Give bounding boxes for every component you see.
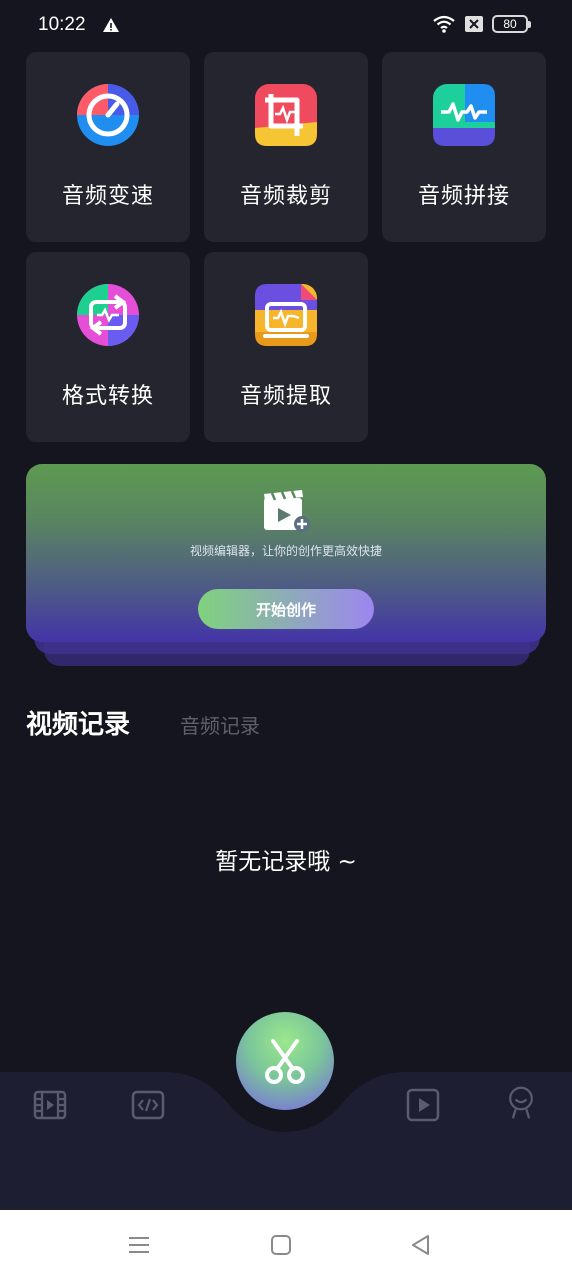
menu-icon[interactable] [126,1232,152,1258]
video-editor-banner[interactable]: 视频编辑器，让你的创作更高效快捷 开始创作 [26,464,546,642]
wifi-icon [433,15,455,33]
start-create-button[interactable]: 开始创作 [198,589,374,629]
tool-label-extract: 音频提取 [239,384,332,409]
audio-crop-icon [255,84,317,146]
battery-level: 80 [503,17,517,31]
play-icon[interactable] [405,1087,441,1123]
speed-dial-icon [77,84,139,146]
empty-state-text: 暂无记录哦 ~ [215,849,357,875]
scissors-icon [265,1039,305,1084]
tool-label-speed: 音频变速 [61,184,154,209]
tool-card-convert[interactable]: 格式转换 [26,252,190,442]
profile-icon[interactable] [503,1085,539,1121]
video-add-icon [264,490,310,532]
tool-label-join: 音频拼接 [417,184,510,209]
audio-extract-icon [255,284,317,346]
audio-join-icon [433,84,495,146]
tool-card-extract[interactable]: 音频提取 [204,252,368,442]
battery-indicator: 80 [492,15,531,33]
format-convert-icon [77,284,139,346]
code-icon[interactable] [130,1087,166,1123]
tool-label-convert: 格式转换 [61,384,154,409]
warning-icon [102,18,119,32]
tool-card-join[interactable]: 音频拼接 [382,52,546,242]
status-time: 10:22 [38,14,86,35]
sim-off-icon [465,16,483,32]
tool-card-speed[interactable]: 音频变速 [26,52,190,242]
status-right: 80 [432,14,531,34]
tool-label-crop: 音频裁剪 [239,184,332,209]
film-icon[interactable] [32,1087,68,1123]
status-bar: 10:22 80 [0,0,572,50]
tab-audio-records[interactable]: 音频记录 [180,710,260,739]
back-icon[interactable] [408,1232,434,1258]
banner-description: 视频编辑器，让你的创作更高效快捷 [189,544,382,558]
scissors-fab-button[interactable] [236,1012,334,1110]
tab-video-records[interactable]: 视频记录 [26,704,130,741]
system-nav-bar [0,1210,572,1280]
tool-card-crop[interactable]: 音频裁剪 [204,52,368,242]
home-icon[interactable] [268,1232,294,1258]
